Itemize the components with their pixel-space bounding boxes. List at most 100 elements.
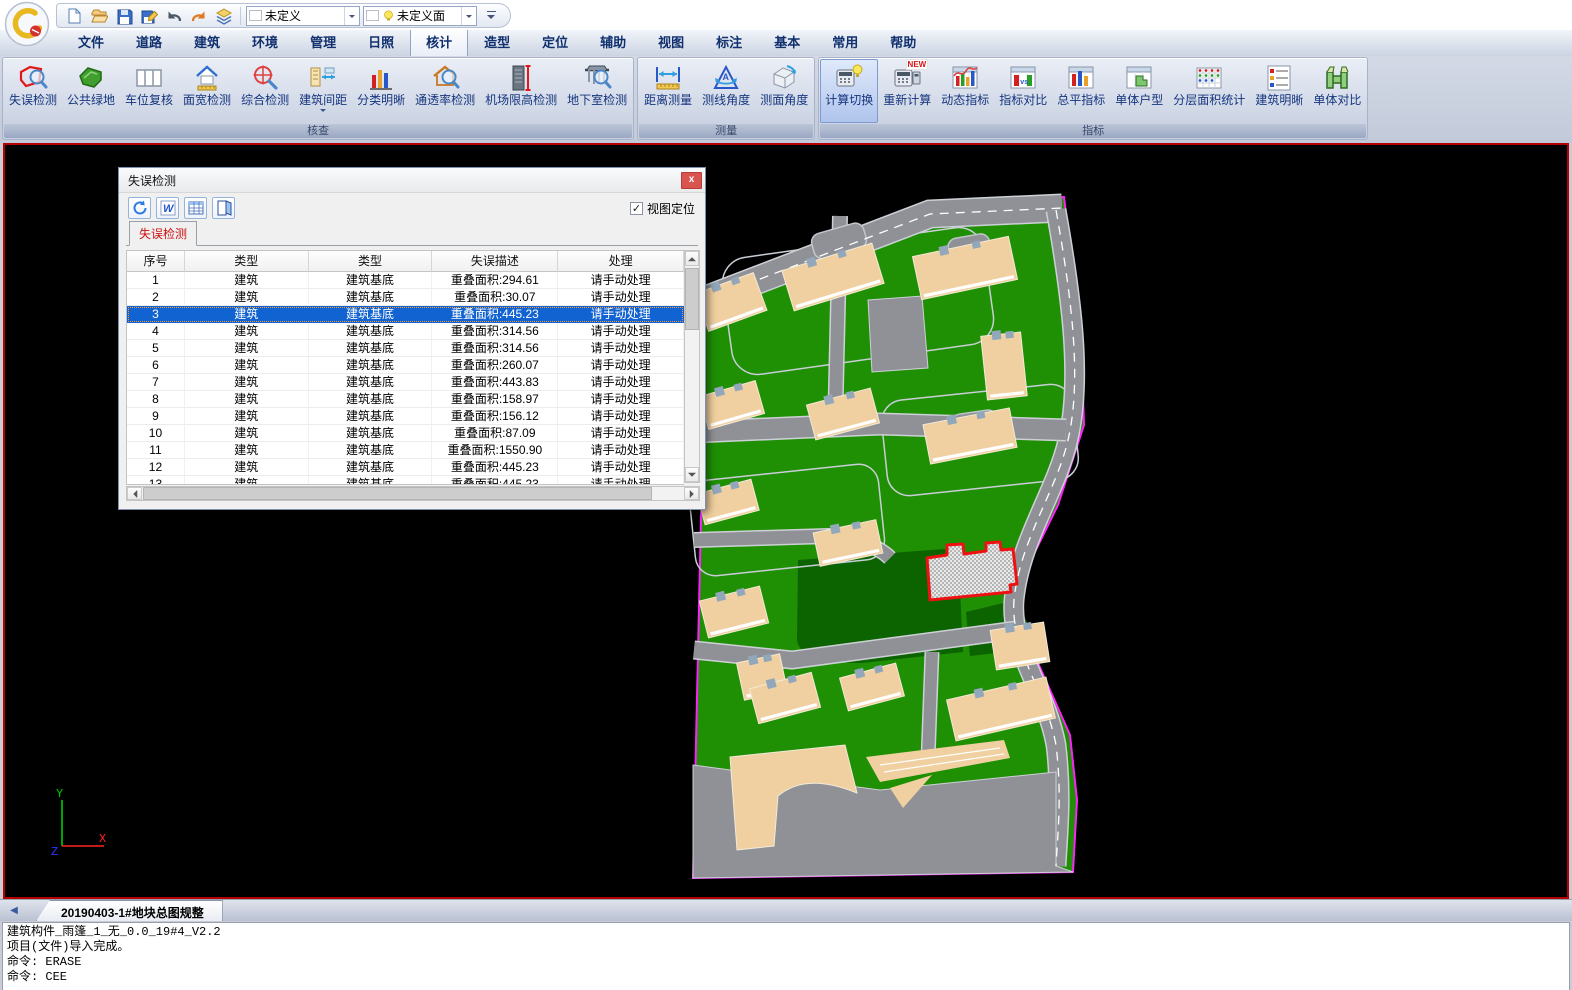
ribbon-button[interactable]: 综合检测 — [236, 59, 294, 123]
column-header[interactable]: 序号 — [127, 251, 185, 272]
ribbon-button[interactable]: 单体户型 — [1110, 59, 1168, 123]
vertical-scroll-thumb[interactable] — [685, 268, 699, 330]
table-row[interactable]: 10建筑建筑基底重叠面积:87.09请手动处理 — [127, 425, 684, 442]
table-cell: 重叠面积:260.07 — [432, 357, 558, 374]
table-row[interactable]: 11建筑建筑基底重叠面积:1550.90请手动处理 — [127, 442, 684, 459]
table-row[interactable]: 12建筑建筑基底重叠面积:445.23请手动处理 — [127, 459, 684, 476]
menu-tab[interactable]: 帮助 — [874, 27, 932, 56]
refresh-button[interactable] — [128, 197, 151, 219]
menu-tab[interactable]: 辅助 — [584, 27, 642, 56]
menu-tab[interactable]: 常用 — [816, 27, 874, 56]
app-logo-icon[interactable] — [4, 1, 50, 47]
ribbon-button[interactable]: 总平指标 — [1052, 59, 1110, 123]
tab-nav-left-button[interactable]: ◀ — [6, 903, 22, 919]
table-row[interactable]: 13建筑建筑基底重叠面积:445.23请手动处理 — [127, 476, 684, 484]
menu-tab[interactable]: 管理 — [294, 27, 352, 56]
column-header[interactable]: 失误描述 — [432, 251, 558, 272]
ribbon-button[interactable]: 动态指标 — [936, 59, 994, 123]
document-tab[interactable]: 20190403-1#地块总图规整 — [36, 900, 223, 921]
ribbon-button[interactable]: 车位复核 — [120, 59, 178, 123]
vertical-scroll-track[interactable] — [685, 266, 699, 467]
svg-text:W: W — [163, 203, 175, 215]
ribbon-button[interactable]: 建筑间距 — [294, 59, 352, 123]
table-row[interactable]: 8建筑建筑基底重叠面积:158.97请手动处理 — [127, 391, 684, 408]
column-header[interactable]: 类型 — [185, 251, 309, 272]
horizontal-scrollbar[interactable] — [126, 486, 700, 501]
ribbon-button[interactable]: 距离测量 — [639, 59, 697, 123]
table-row[interactable]: 4建筑建筑基底重叠面积:314.56请手动处理 — [127, 323, 684, 340]
ribbon-button[interactable]: A测线角度 — [697, 59, 755, 123]
recalc-icon: NEW — [892, 63, 922, 93]
command-line-panel[interactable]: 建筑构件_雨篷_1_无_0.0_19#4_V2.2项目(文件)导入完成。命令: … — [2, 922, 1570, 990]
scroll-right-button[interactable] — [684, 487, 699, 500]
ribbon-button[interactable]: 通透率检测 — [410, 59, 480, 123]
toolbar-overflow-button[interactable] — [484, 6, 500, 26]
save-button[interactable] — [113, 5, 135, 26]
menu-tab[interactable]: 定位 — [526, 27, 584, 56]
column-header[interactable]: 类型 — [309, 251, 433, 272]
undo-button[interactable] — [163, 5, 185, 26]
save-as-button[interactable] — [138, 5, 160, 26]
table-cell: 建筑基底 — [309, 391, 433, 408]
menu-tab[interactable]: 标注 — [700, 27, 758, 56]
ribbon-button[interactable]: 计算切换 — [820, 59, 878, 123]
scroll-up-button[interactable] — [685, 251, 699, 266]
table-cell: 重叠面积:1550.90 — [432, 442, 558, 459]
table-row[interactable]: 5建筑建筑基底重叠面积:314.56请手动处理 — [127, 340, 684, 357]
dialog-title-bar[interactable]: 失误检测 x — [119, 168, 705, 193]
view-locate-checkbox[interactable]: ✓视图定位 — [630, 200, 695, 217]
redo-button[interactable] — [188, 5, 210, 26]
export-word-button[interactable]: W — [156, 197, 179, 219]
layers-button[interactable] — [213, 5, 235, 26]
table-row[interactable]: 1建筑建筑基底重叠面积:294.61请手动处理 — [127, 272, 684, 289]
ribbon-button[interactable]: NEW重新计算 — [878, 59, 936, 123]
close-panel-button[interactable] — [212, 197, 235, 219]
table-row[interactable]: 9建筑建筑基底重叠面积:156.12请手动处理 — [127, 408, 684, 425]
ribbon-button[interactable]: 面宽检测 — [178, 59, 236, 123]
ribbon-button[interactable]: 机场限高检测 — [480, 59, 562, 123]
export-table-button[interactable] — [184, 197, 207, 219]
open-file-button[interactable] — [88, 5, 110, 26]
style-swatch — [366, 10, 379, 21]
table-cell: 重叠面积:445.23 — [432, 306, 558, 323]
menu-tab[interactable]: 视图 — [642, 27, 700, 56]
tab-error-check[interactable]: 失误检测 — [129, 221, 197, 246]
scroll-left-button[interactable] — [127, 487, 142, 500]
menu-tab[interactable]: 基本 — [758, 27, 816, 56]
ribbon-button[interactable]: 分类明晰 — [352, 59, 410, 123]
table-row[interactable]: 3建筑建筑基底重叠面积:445.23请手动处理 — [127, 306, 684, 323]
ribbon-button[interactable]: 公共绿地 — [62, 59, 120, 123]
menu-tab[interactable]: 日照 — [352, 27, 410, 56]
ribbon-button[interactable]: 分层面积统计 — [1168, 59, 1250, 123]
drawing-canvas[interactable]: YXZ 失误检测 x W✓视图定位 失误检测 序号类型类型失误描述处理 1建筑建… — [3, 143, 1569, 899]
scroll-down-button[interactable] — [685, 467, 699, 482]
dialog-close-button[interactable]: x — [681, 172, 702, 189]
menu-tab[interactable]: 道路 — [120, 27, 178, 56]
table-cell: 3 — [127, 306, 185, 323]
horizontal-scroll-thumb[interactable] — [143, 487, 652, 500]
ribbon-button[interactable]: 地下室检测 — [562, 59, 632, 123]
table-row[interactable]: 7建筑建筑基底重叠面积:443.83请手动处理 — [127, 374, 684, 391]
column-header[interactable]: 处理 — [558, 251, 684, 272]
menu-tab[interactable]: 环境 — [236, 27, 294, 56]
table-cell: 建筑 — [185, 306, 309, 323]
menu-tab[interactable]: 建筑 — [178, 27, 236, 56]
ribbon-button[interactable]: 测面角度 — [755, 59, 813, 123]
ribbon-button[interactable]: vs指标对比 — [994, 59, 1052, 123]
menu-tab[interactable]: 核计 — [410, 27, 468, 56]
combo-dropdown-arrow[interactable] — [344, 7, 359, 25]
ribbon-button[interactable]: 失误检测 — [4, 59, 62, 123]
ribbon-button[interactable]: 建筑明晰 — [1250, 59, 1308, 123]
new-file-button[interactable] — [63, 5, 85, 26]
horizontal-scroll-track[interactable] — [142, 487, 684, 500]
ribbon-button[interactable]: 单体对比 — [1308, 59, 1366, 123]
face-style-combo[interactable]: 未定义面 — [363, 6, 477, 26]
menu-tab[interactable]: 造型 — [468, 27, 526, 56]
combo-dropdown-arrow[interactable] — [461, 7, 476, 25]
layer-style-combo[interactable]: 未定义 — [246, 6, 360, 26]
table-row[interactable]: 6建筑建筑基底重叠面积:260.07请手动处理 — [127, 357, 684, 374]
floor-area-icon — [1194, 63, 1224, 93]
table-row[interactable]: 2建筑建筑基底重叠面积:30.07请手动处理 — [127, 289, 684, 306]
vertical-scrollbar[interactable] — [684, 250, 700, 483]
menu-tab[interactable]: 文件 — [62, 27, 120, 56]
